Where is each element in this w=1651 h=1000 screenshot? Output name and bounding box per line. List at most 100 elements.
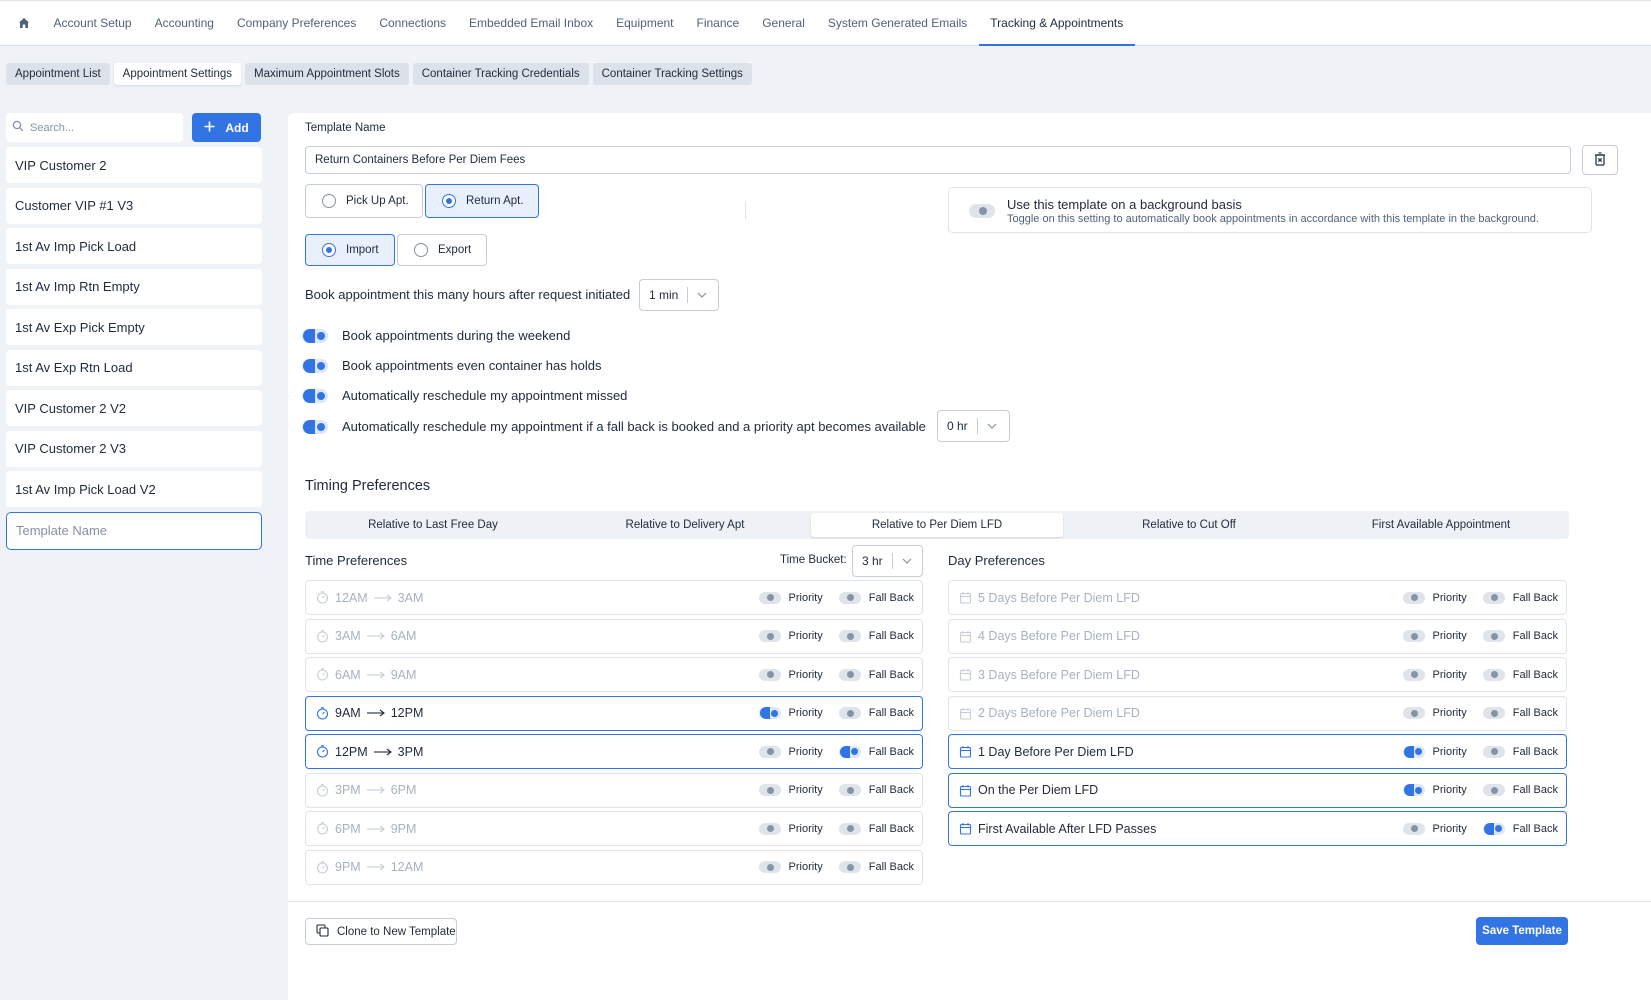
tab-connections[interactable]: Connections [368,1,458,45]
fallback-toggle[interactable] [838,630,861,642]
export-radio[interactable]: Export [397,234,487,266]
timing-tab[interactable]: Relative to Cut Off [1063,513,1315,537]
priority-toggle[interactable] [1402,784,1425,796]
reschedule-missed-toggle[interactable] [302,388,328,403]
day-preference-row: First Available After LFD Passes Priority… [948,811,1567,846]
search-box [6,113,183,142]
preference-controls: Priority Fall Back [758,735,914,768]
priority-label: Priority [788,630,823,642]
reschedule-hours-select[interactable]: 0 hr [937,410,1010,442]
priority-toggle[interactable] [758,668,781,681]
preference-controls: Priority Fall Back [758,581,914,614]
priority-toggle[interactable] [758,784,781,796]
priority-toggle[interactable] [758,707,781,719]
subtab-appointment-list[interactable]: Appointment List [6,63,110,85]
priority-toggle[interactable] [758,630,781,642]
sidebar-template-item[interactable]: 1st Av Exp Rtn Load [6,349,262,386]
tab-tracking-appointments[interactable]: Tracking & Appointments [978,1,1135,46]
time-from: 9AM [335,706,361,720]
tab-accounting[interactable]: Accounting [143,1,225,45]
background-basis-toggle[interactable] [969,204,995,218]
fallback-toggle[interactable] [1482,591,1505,604]
arrow-right-icon [373,591,392,605]
timing-tab[interactable]: Relative to Last Free Day [307,513,559,537]
sidebar-template-item[interactable]: Customer VIP #1 V3 [6,187,262,224]
fallback-toggle[interactable] [1482,707,1505,719]
subtab-maximum-appointment-slots[interactable]: Maximum Appointment Slots [245,63,409,85]
fallback-toggle[interactable] [838,784,861,796]
timing-tab[interactable]: Relative to Delivery Apt [559,513,811,537]
priority-toggle[interactable] [1402,668,1425,681]
priority-label: Priority [1432,707,1467,719]
priority-toggle[interactable] [758,745,781,758]
tab-embedded-email-inbox[interactable]: Embedded Email Inbox [458,1,605,45]
import-radio[interactable]: Import [305,234,395,266]
subtab-appointment-settings[interactable]: Appointment Settings [113,63,241,85]
new-template-name-input[interactable] [16,523,246,538]
template-name-input[interactable]: Return Containers Before Per Diem Fees [305,146,1571,174]
priority-toggle[interactable] [758,861,781,873]
time-bucket-select[interactable]: 3 hr [852,545,923,577]
subtab-container-tracking-credentials[interactable]: Container Tracking Credentials [412,63,589,85]
pickup-apt-radio[interactable]: Pick Up Apt. [305,184,423,218]
fallback-toggle[interactable] [1482,745,1505,758]
return-apt-radio[interactable]: Return Apt. [425,184,539,218]
chevron-down-icon [893,558,921,564]
time-range: 3AM 6AM [335,629,416,643]
clone-label: Clone to New Template [337,925,456,938]
fallback-toggle[interactable] [1482,668,1505,681]
priority-toggle[interactable] [758,591,781,604]
sidebar-template-item[interactable]: 1st Av Imp Rtn Empty [6,268,262,305]
time-from: 12PM [335,744,368,759]
priority-toggle[interactable] [1402,822,1425,835]
save-template-button[interactable]: Save Template [1476,917,1568,945]
sidebar-template-item[interactable]: VIP Customer 2 [6,147,262,183]
home-icon[interactable] [14,1,34,45]
timing-tab[interactable]: Relative to Per Diem LFD [811,513,1063,537]
clone-template-button[interactable]: Clone to New Template [305,918,457,945]
fallback-toggle[interactable] [1482,822,1505,835]
reschedule-fallback-toggle[interactable] [302,419,328,434]
holds-toggle[interactable] [302,358,328,373]
fallback-toggle[interactable] [838,707,861,719]
calendar-icon [959,745,972,758]
tab-general[interactable]: General [751,1,817,45]
preference-controls: Priority Fall Back [758,774,914,807]
sidebar-template-item[interactable]: 1st Av Imp Pick Load [6,228,262,264]
fallback-toggle[interactable] [838,861,861,873]
time-preference-row: 3AM 6AM Priority Fall Back [305,618,923,654]
priority-toggle[interactable] [1402,591,1425,604]
fallback-toggle[interactable] [1482,630,1505,642]
timing-tab[interactable]: First Available Appointment [1315,513,1567,537]
tab-equipment[interactable]: Equipment [605,1,685,45]
tab-account-setup[interactable]: Account Setup [42,1,143,45]
sidebar-template-item[interactable]: 1st Av Exp Pick Empty [6,309,262,345]
weekend-toggle[interactable] [302,328,328,343]
priority-toggle[interactable] [1402,707,1425,719]
priority-toggle[interactable] [1402,745,1425,758]
priority-label: Priority [1432,630,1467,642]
sidebar-template-item[interactable]: VIP Customer 2 V2 [6,390,262,426]
hours-after-select[interactable]: 1 min [639,279,719,311]
day-label: 1 Day Before Per Diem LFD [978,744,1134,759]
sidebar-template-item[interactable]: VIP Customer 2 V3 [6,430,262,467]
option-reschedule-missed: Automatically reschedule my appointment … [302,388,627,403]
export-label: Export [438,244,472,256]
sidebar-template-item[interactable]: 1st Av Imp Pick Load V2 [6,471,262,507]
search-input[interactable] [30,121,170,134]
priority-toggle[interactable] [1402,630,1425,642]
fallback-toggle[interactable] [1482,784,1505,796]
subtab-container-tracking-settings[interactable]: Container Tracking Settings [592,63,752,85]
fallback-toggle[interactable] [838,591,861,604]
add-template-button[interactable]: Add [192,113,261,142]
tab-finance[interactable]: Finance [685,1,751,45]
tab-system-generated-emails[interactable]: System Generated Emails [816,1,978,45]
timer-icon [316,783,329,797]
fallback-toggle[interactable] [838,668,861,681]
fallback-toggle[interactable] [838,745,861,758]
priority-label: Priority [788,707,823,719]
fallback-toggle[interactable] [838,822,861,835]
tab-company-preferences[interactable]: Company Preferences [225,1,367,45]
delete-template-button[interactable] [1582,145,1618,175]
priority-toggle[interactable] [758,822,781,835]
